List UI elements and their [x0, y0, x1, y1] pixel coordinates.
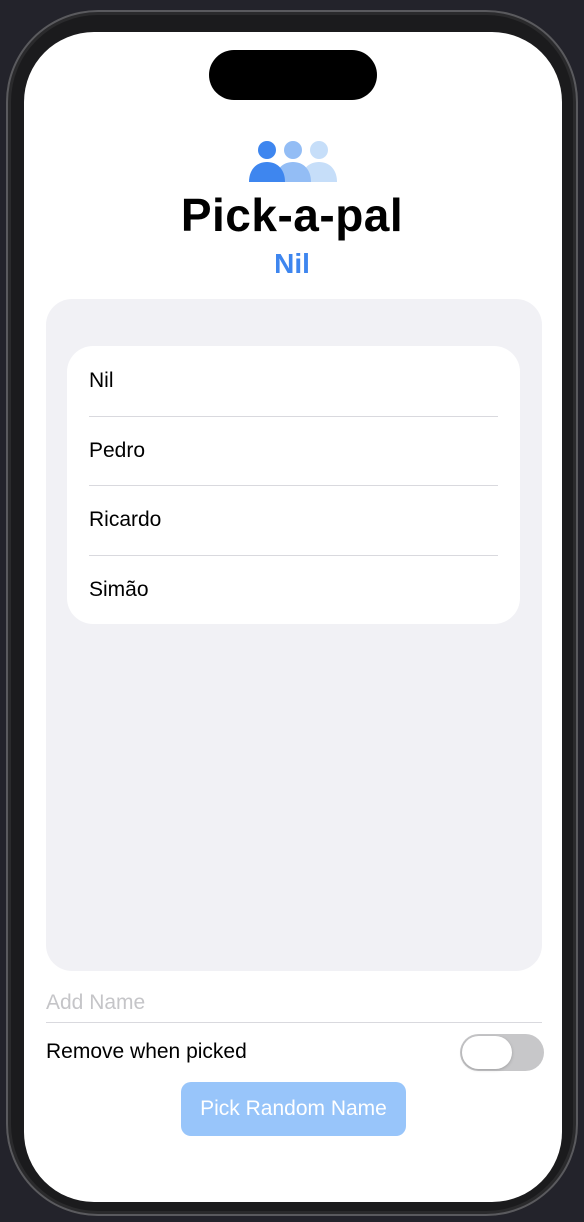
- list-item[interactable]: Simão: [89, 554, 520, 625]
- dynamic-island: [209, 50, 377, 100]
- picked-name: Nil: [274, 248, 310, 279]
- list-item[interactable]: Ricardo: [89, 485, 520, 555]
- names-list[interactable]: Nil Pedro Ricardo Simão: [46, 299, 542, 971]
- toggle-knob: [462, 1036, 512, 1069]
- pick-random-name-button[interactable]: Pick Random Name: [181, 1082, 406, 1136]
- add-name-divider: [46, 1022, 542, 1023]
- remove-when-picked-label: Remove when picked: [46, 1040, 247, 1063]
- person-group-icon: [249, 141, 337, 182]
- names-list-section: Nil Pedro Ricardo Simão: [67, 346, 520, 624]
- app-title: Pick-a-pal: [180, 189, 404, 241]
- list-item[interactable]: Nil: [89, 346, 520, 416]
- remove-when-picked-toggle[interactable]: [460, 1034, 544, 1071]
- add-name-field[interactable]: [46, 984, 542, 1022]
- list-item[interactable]: Pedro: [89, 415, 520, 486]
